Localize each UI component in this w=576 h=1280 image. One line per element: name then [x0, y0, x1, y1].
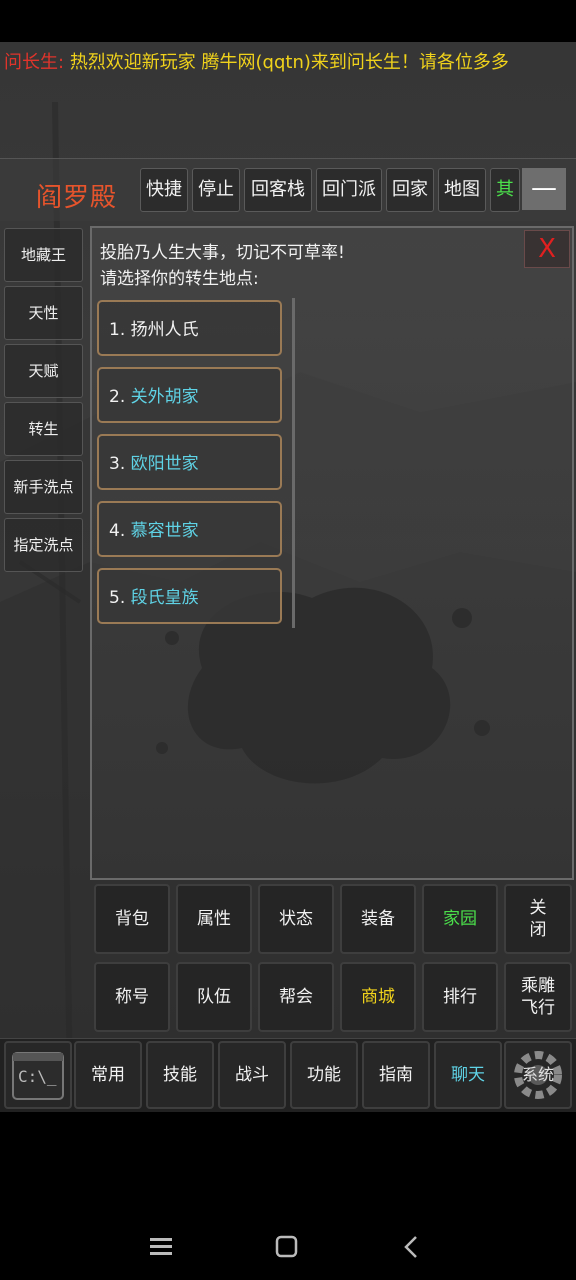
homestead-button[interactable]: 家园: [422, 884, 498, 954]
sidebar-item-dizangwang[interactable]: 地藏王: [4, 228, 83, 282]
sidebar-item-rebirth[interactable]: 转生: [4, 402, 83, 456]
dialog-line-1: 投胎乃人生大事，切记不可草率!: [100, 243, 345, 263]
option-name: 慕容世家: [130, 521, 199, 541]
option-number: 2.: [109, 387, 126, 407]
option-duan-royal[interactable]: 5. 段氏皇族: [97, 568, 282, 624]
option-number: 3.: [109, 454, 126, 474]
back-icon[interactable]: [402, 1235, 422, 1259]
eagle-flight-button[interactable]: 乘雕飞行: [504, 962, 572, 1032]
other-button[interactable]: 其: [490, 168, 520, 212]
rebirth-dialog: 投胎乃人生大事，切记不可草率! 请选择你的转生地点: X 1. 扬州人氏 2. …: [90, 226, 574, 880]
sidebar-item-newbie-reset[interactable]: 新手洗点: [4, 460, 83, 514]
option-number: 4.: [109, 521, 126, 541]
stop-button[interactable]: 停止: [192, 168, 240, 212]
game-screen: 问长生: 热烈欢迎新玩家 腾牛网(qqtn)来到问长生！请各位多多 阎罗殿 快捷…: [0, 42, 576, 1112]
option-yangzhou[interactable]: 1. 扬州人氏: [97, 300, 282, 356]
option-ouyang[interactable]: 3. 欧阳世家: [97, 434, 282, 490]
close-menu-button[interactable]: 关闭: [504, 884, 572, 954]
option-name: 段氏皇族: [130, 588, 199, 608]
ranking-button[interactable]: 排行: [422, 962, 498, 1032]
return-inn-button[interactable]: 回客栈: [244, 168, 312, 212]
recent-apps-icon[interactable]: [150, 1236, 174, 1258]
option-number: 5.: [109, 588, 126, 608]
backpack-button[interactable]: 背包: [94, 884, 170, 954]
minimize-button[interactable]: —: [522, 168, 566, 210]
location-header: 阎罗殿 快捷 停止 回客栈 回门派 回家 地图 其 —: [0, 158, 576, 221]
system-button[interactable]: 系统: [504, 1041, 572, 1109]
dialog-line-2: 请选择你的转生地点:: [100, 269, 259, 289]
system-label: 系统: [521, 1065, 554, 1084]
announcement-ticker: 问长生: 热烈欢迎新玩家 腾牛网(qqtn)来到问长生！请各位多多: [4, 48, 576, 76]
location-title: 阎罗殿: [36, 183, 118, 213]
options-scrollbar[interactable]: [292, 298, 295, 628]
equipment-button[interactable]: 装备: [340, 884, 416, 954]
option-number: 1.: [109, 320, 126, 340]
option-guanwai-hu[interactable]: 2. 关外胡家: [97, 367, 282, 423]
option-name: 关外胡家: [130, 387, 199, 407]
console-button[interactable]: C:\_: [4, 1041, 72, 1109]
close-button[interactable]: X: [524, 230, 570, 268]
sidebar-item-talent[interactable]: 天赋: [4, 344, 83, 398]
attributes-button[interactable]: 属性: [176, 884, 252, 954]
sidebar-item-nature[interactable]: 天性: [4, 286, 83, 340]
tab-functions[interactable]: 功能: [290, 1041, 358, 1109]
tab-guide[interactable]: 指南: [362, 1041, 430, 1109]
return-home-button[interactable]: 回家: [386, 168, 434, 212]
return-sect-button[interactable]: 回门派: [316, 168, 382, 212]
ticker-message: 热烈欢迎新玩家 腾牛网(qqtn)来到问长生！请各位多多: [69, 52, 509, 73]
sidebar-item-specified-reset[interactable]: 指定洗点: [4, 518, 83, 572]
status-button[interactable]: 状态: [258, 884, 334, 954]
option-name: 欧阳世家: [130, 454, 199, 474]
android-nav-bar: [0, 1112, 576, 1280]
option-murong[interactable]: 4. 慕容世家: [97, 501, 282, 557]
ticker-speaker: 问长生:: [4, 52, 65, 73]
console-icon-text: C:\_: [18, 1067, 57, 1086]
tab-skills[interactable]: 技能: [146, 1041, 214, 1109]
quick-button[interactable]: 快捷: [140, 168, 188, 212]
tab-chat[interactable]: 聊天: [434, 1041, 502, 1109]
map-button[interactable]: 地图: [438, 168, 486, 212]
tab-battle[interactable]: 战斗: [218, 1041, 286, 1109]
home-icon[interactable]: [275, 1235, 299, 1259]
status-bar: [0, 0, 576, 42]
tab-common[interactable]: 常用: [74, 1041, 142, 1109]
bottom-tab-bar: C:\_ 常用 技能 战斗 功能 指南 聊天 系统: [0, 1038, 576, 1112]
team-button[interactable]: 队伍: [176, 962, 252, 1032]
option-name: 扬州人氏: [130, 320, 199, 340]
title-button[interactable]: 称号: [94, 962, 170, 1032]
guild-button[interactable]: 帮会: [258, 962, 334, 1032]
shop-button[interactable]: 商城: [340, 962, 416, 1032]
